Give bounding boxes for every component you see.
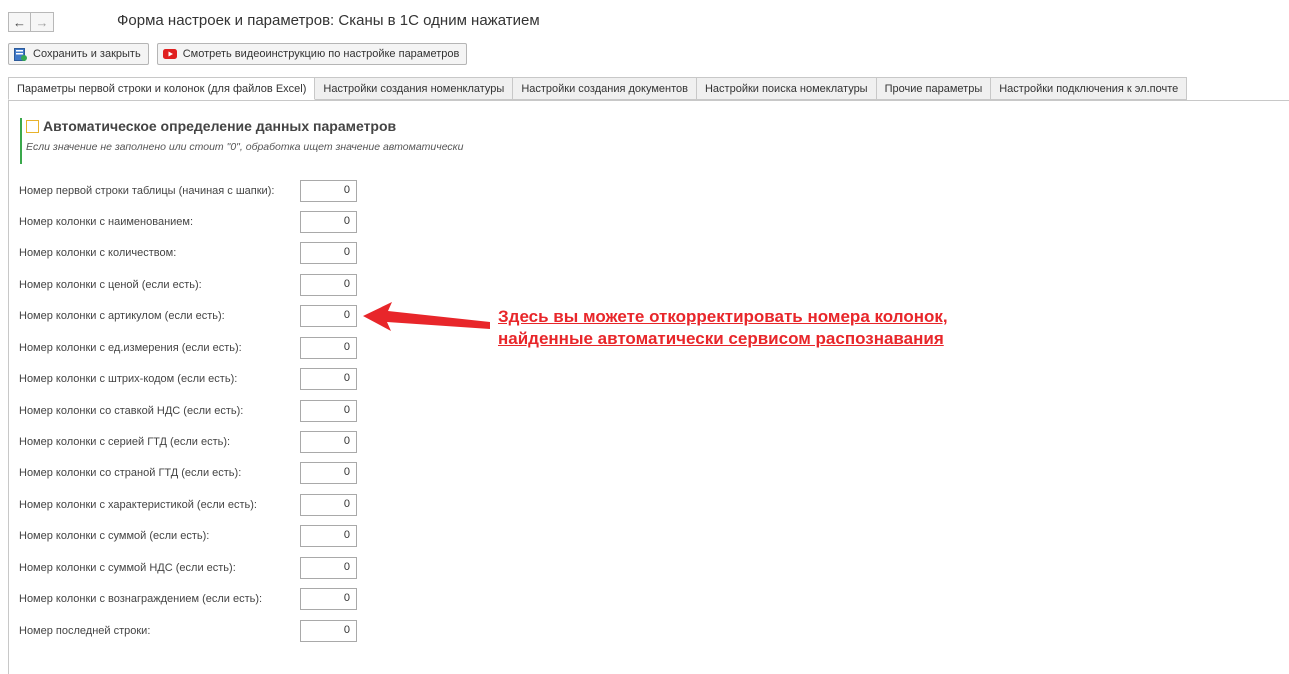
param-label: Номер колонки с количеством: xyxy=(19,247,177,259)
name-column-field[interactable]: 0 xyxy=(300,211,357,233)
save-and-close-label: Сохранить и закрыть xyxy=(33,48,141,60)
param-label: Номер колонки с серией ГТД (если есть): xyxy=(19,436,231,448)
callout-line-1: Здесь вы можете откорректировать номера … xyxy=(498,307,948,326)
unit-column-field[interactable]: 0 xyxy=(300,337,357,359)
param-row: Номер колонки со страной ГТД (если есть)… xyxy=(19,462,357,484)
vat-sum-column-field[interactable]: 0 xyxy=(300,557,357,579)
first-row-field[interactable]: 0 xyxy=(300,180,357,202)
param-row: Номер колонки с суммой (если есть): 0 xyxy=(19,525,357,547)
characteristic-column-field[interactable]: 0 xyxy=(300,494,357,516)
forward-button[interactable]: → xyxy=(31,12,54,32)
param-label: Номер последней строки: xyxy=(19,625,151,637)
barcode-column-field[interactable]: 0 xyxy=(300,368,357,390)
tab-bar: Параметры первой строки и колонок (для ф… xyxy=(8,77,1289,101)
param-label: Номер колонки с ед.измерения (если есть)… xyxy=(19,342,242,354)
toolbar: Сохранить и закрыть Смотреть видеоинстру… xyxy=(8,43,468,65)
back-button[interactable]: ← xyxy=(8,12,31,32)
param-row: Номер колонки с артикулом (если есть): 0 xyxy=(19,305,357,327)
tab-search-nomenclature[interactable]: Настройки поиска номеклатуры xyxy=(696,77,877,100)
quantity-column-field[interactable]: 0 xyxy=(300,242,357,264)
vat-rate-column-field[interactable]: 0 xyxy=(300,400,357,422)
param-row: Номер колонки с вознаграждением (если ес… xyxy=(19,588,357,610)
param-row: Номер колонки с суммой НДС (если есть): 0 xyxy=(19,557,357,579)
reward-column-field[interactable]: 0 xyxy=(300,588,357,610)
param-row: Номер колонки со ставкой НДС (если есть)… xyxy=(19,400,357,422)
auto-detect-label: Автоматическое определение данных параме… xyxy=(43,118,397,134)
param-label: Номер колонки с характеристикой (если ес… xyxy=(19,499,257,511)
auto-detect-checkbox[interactable] xyxy=(26,119,39,133)
youtube-icon xyxy=(162,49,177,59)
gtd-country-column-field[interactable]: 0 xyxy=(300,462,357,484)
param-label: Номер колонки с артикулом (если есть): xyxy=(19,310,225,322)
param-label: Номер колонки с суммой (если есть): xyxy=(19,530,210,542)
video-instruction-label: Смотреть видеоинструкцию по настройке па… xyxy=(182,48,460,60)
arrow-right-icon: → xyxy=(35,14,49,30)
param-label: Номер колонки с суммой НДС (если есть): xyxy=(19,562,236,574)
param-row: Номер последней строки: 0 xyxy=(19,620,357,642)
tab-email-connection[interactable]: Настройки подключения к эл.почте xyxy=(991,77,1188,100)
tab-first-row-columns[interactable]: Параметры первой строки и колонок (для ф… xyxy=(8,77,316,100)
param-row: Номер колонки с ценой (если есть): 0 xyxy=(19,274,357,296)
param-label: Номер колонки со ставкой НДС (если есть)… xyxy=(19,405,244,417)
param-row: Номер колонки с количеством: 0 xyxy=(19,242,357,264)
auto-detect-group: Автоматическое определение данных параме… xyxy=(20,118,463,164)
param-label: Номер колонки с штрих-кодом (если есть): xyxy=(19,373,238,385)
article-column-field[interactable]: 0 xyxy=(300,305,357,327)
last-row-field[interactable]: 0 xyxy=(300,620,357,642)
param-row: Номер колонки с наименованием: 0 xyxy=(19,211,357,233)
arrow-left-icon: ← xyxy=(13,14,26,30)
callout-text: Здесь вы можете откорректировать номера … xyxy=(498,306,948,350)
save-and-close-button[interactable]: Сохранить и закрыть xyxy=(8,43,149,65)
tab-create-documents[interactable]: Настройки создания документов xyxy=(513,77,697,100)
callout-line-2: найденные автоматически сервисом распозн… xyxy=(498,329,944,348)
gtd-series-column-field[interactable]: 0 xyxy=(300,431,357,453)
sum-column-field[interactable]: 0 xyxy=(300,525,357,547)
param-label: Номер первой строки таблицы (начиная с ш… xyxy=(19,185,275,197)
param-label: Номер колонки со страной ГТД (если есть)… xyxy=(19,467,242,479)
param-label: Номер колонки с наименованием: xyxy=(19,216,194,228)
tab-create-nomenclature[interactable]: Настройки создания номенклатуры xyxy=(315,77,514,100)
tab-other-parameters[interactable]: Прочие параметры xyxy=(876,77,992,100)
param-row: Номер первой строки таблицы (начиная с ш… xyxy=(19,180,357,202)
auto-detect-note: Если значение не заполнено или стоит "0"… xyxy=(26,141,464,153)
price-column-field[interactable]: 0 xyxy=(300,274,357,296)
save-close-icon xyxy=(14,47,27,61)
param-row: Номер колонки с ед.измерения (если есть)… xyxy=(19,337,357,359)
video-instruction-button[interactable]: Смотреть видеоинструкцию по настройке па… xyxy=(156,43,468,65)
param-row: Номер колонки с серией ГТД (если есть): 0 xyxy=(19,431,357,453)
navigation-buttons: ← → xyxy=(8,12,54,32)
param-row: Номер колонки с штрих-кодом (если есть):… xyxy=(19,368,357,390)
param-label: Номер колонки с вознаграждением (если ес… xyxy=(19,593,263,605)
window-title: Форма настроек и параметров: Сканы в 1С … xyxy=(117,12,540,29)
auto-detect-header: Автоматическое определение данных параме… xyxy=(26,118,463,134)
param-label: Номер колонки с ценой (если есть): xyxy=(19,279,202,291)
panel-left-border xyxy=(8,100,9,674)
param-row: Номер колонки с характеристикой (если ес… xyxy=(19,494,357,516)
